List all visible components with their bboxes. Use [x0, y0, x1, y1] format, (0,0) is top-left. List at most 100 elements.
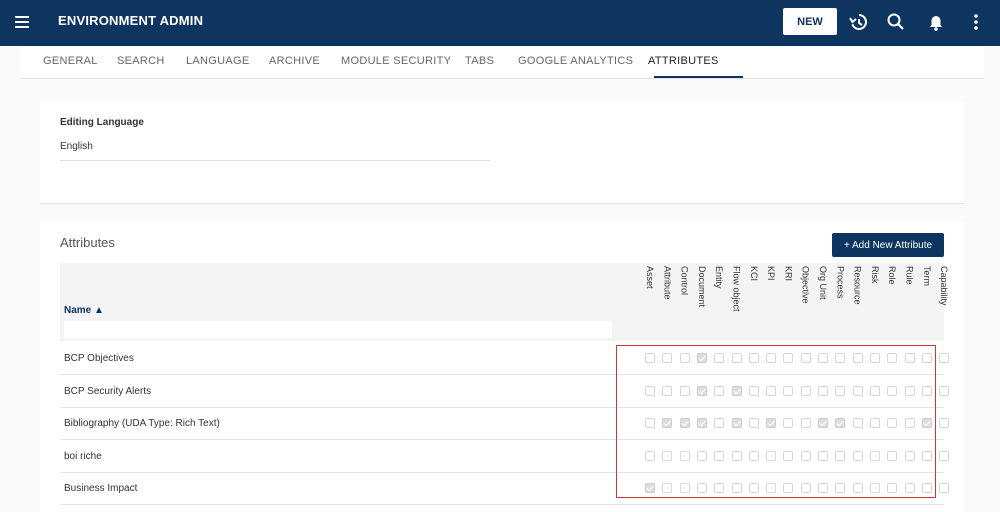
attribute-name[interactable]: BCP Objectives [64, 353, 134, 364]
checkbox-asset[interactable] [645, 385, 655, 396]
checkbox-entity[interactable] [714, 483, 725, 493]
checkbox-flow-object[interactable] [731, 385, 742, 396]
checkbox-flow-object[interactable] [731, 483, 742, 493]
attribute-name[interactable]: BCP Security Alerts [64, 386, 151, 397]
checkbox-control[interactable] [679, 353, 690, 363]
checkbox-objective[interactable] [800, 450, 811, 461]
checkbox-document[interactable] [696, 418, 707, 428]
checkbox-kpi[interactable] [766, 418, 777, 428]
checkbox-capability[interactable] [939, 418, 950, 428]
attribute-name[interactable]: Bibliography (UDA Type: Rich Text) [64, 418, 220, 429]
checkbox-role[interactable] [887, 418, 898, 428]
checkbox-rule[interactable] [904, 483, 915, 493]
tab-tabs[interactable]: TABS [465, 55, 494, 67]
checkbox-org-unit[interactable] [818, 353, 828, 363]
checkbox-attribute[interactable] [662, 450, 673, 461]
attribute-name[interactable]: boi riche [64, 451, 102, 462]
checkbox-term[interactable] [921, 385, 932, 396]
checkbox-capability[interactable] [939, 353, 950, 363]
checkbox-role[interactable] [887, 385, 898, 396]
checkbox-control[interactable] [679, 418, 690, 428]
checkbox-term[interactable] [921, 483, 932, 493]
checkbox-risk[interactable] [869, 483, 880, 493]
checkbox-term[interactable] [921, 353, 932, 363]
checkbox-org-unit[interactable] [818, 418, 828, 428]
tab-language[interactable]: LANGUAGE [186, 55, 250, 67]
checkbox-process[interactable] [835, 418, 846, 428]
checkbox-attribute[interactable] [662, 385, 673, 396]
checkbox-kci[interactable] [748, 483, 759, 493]
checkbox-kci[interactable] [748, 385, 759, 396]
checkbox-risk[interactable] [869, 353, 880, 363]
checkbox-org-unit[interactable] [818, 450, 828, 461]
tab-archive[interactable]: ARCHIVE [269, 55, 320, 67]
checkbox-resource[interactable] [852, 385, 863, 396]
checkbox-flow-object[interactable] [731, 450, 742, 461]
tab-general[interactable]: GENERAL [43, 55, 98, 67]
checkbox-kri[interactable] [783, 483, 794, 493]
checkbox-role[interactable] [887, 450, 898, 461]
checkbox-objective[interactable] [800, 353, 811, 363]
tab-search[interactable]: SEARCH [117, 55, 165, 67]
checkbox-objective[interactable] [800, 483, 811, 493]
checkbox-document[interactable] [696, 353, 707, 363]
editing-language-value[interactable]: English [60, 141, 93, 152]
checkbox-objective[interactable] [800, 385, 811, 396]
checkbox-attribute[interactable] [662, 353, 673, 363]
checkbox-document[interactable] [696, 385, 707, 396]
checkbox-asset[interactable] [645, 353, 655, 363]
checkbox-attribute[interactable] [662, 483, 673, 493]
checkbox-asset[interactable] [645, 483, 655, 493]
checkbox-entity[interactable] [714, 353, 725, 363]
checkbox-resource[interactable] [852, 418, 863, 428]
tab-google-analytics[interactable]: GOOGLE ANALYTICS [518, 55, 633, 67]
checkbox-process[interactable] [835, 450, 846, 461]
checkbox-kpi[interactable] [766, 353, 777, 363]
checkbox-process[interactable] [835, 353, 846, 363]
checkbox-kri[interactable] [783, 385, 794, 396]
checkbox-entity[interactable] [714, 450, 725, 461]
checkbox-objective[interactable] [800, 418, 811, 428]
checkbox-kri[interactable] [783, 353, 794, 363]
name-column-header[interactable]: Name ▲ [64, 305, 104, 316]
checkbox-capability[interactable] [939, 450, 950, 461]
checkbox-asset[interactable] [645, 418, 655, 428]
checkbox-control[interactable] [679, 483, 690, 493]
checkbox-rule[interactable] [904, 353, 915, 363]
checkbox-entity[interactable] [714, 418, 725, 428]
checkbox-attribute[interactable] [662, 418, 673, 428]
checkbox-rule[interactable] [904, 385, 915, 396]
checkbox-role[interactable] [887, 353, 898, 363]
checkbox-resource[interactable] [852, 450, 863, 461]
checkbox-document[interactable] [696, 450, 707, 461]
checkbox-capability[interactable] [939, 483, 950, 493]
checkbox-kci[interactable] [748, 353, 759, 363]
checkbox-org-unit[interactable] [818, 385, 828, 396]
name-filter-input[interactable] [64, 321, 612, 338]
attribute-name[interactable]: Business Impact [64, 483, 137, 494]
checkbox-rule[interactable] [904, 418, 915, 428]
checkbox-term[interactable] [921, 418, 932, 428]
notifications-bell-icon[interactable] [925, 11, 947, 33]
tab-attributes[interactable]: ATTRIBUTES [648, 55, 719, 67]
checkbox-kci[interactable] [748, 450, 759, 461]
checkbox-process[interactable] [835, 385, 846, 396]
checkbox-kpi[interactable] [766, 450, 777, 461]
history-icon[interactable] [847, 11, 869, 33]
checkbox-role[interactable] [887, 483, 898, 493]
checkbox-document[interactable] [696, 483, 707, 493]
add-new-attribute-button[interactable]: + Add New Attribute [832, 233, 944, 257]
more-vert-icon[interactable] [965, 11, 987, 33]
checkbox-org-unit[interactable] [818, 483, 828, 493]
checkbox-entity[interactable] [714, 385, 725, 396]
checkbox-flow-object[interactable] [731, 353, 742, 363]
search-icon[interactable] [885, 11, 907, 33]
checkbox-risk[interactable] [869, 385, 880, 396]
checkbox-risk[interactable] [869, 418, 880, 428]
tab-module-security[interactable]: MODULE SECURITY [341, 55, 451, 67]
hamburger-menu-icon[interactable] [15, 13, 35, 33]
checkbox-process[interactable] [835, 483, 846, 493]
checkbox-capability[interactable] [939, 385, 950, 396]
checkbox-term[interactable] [921, 450, 932, 461]
checkbox-control[interactable] [679, 385, 690, 396]
